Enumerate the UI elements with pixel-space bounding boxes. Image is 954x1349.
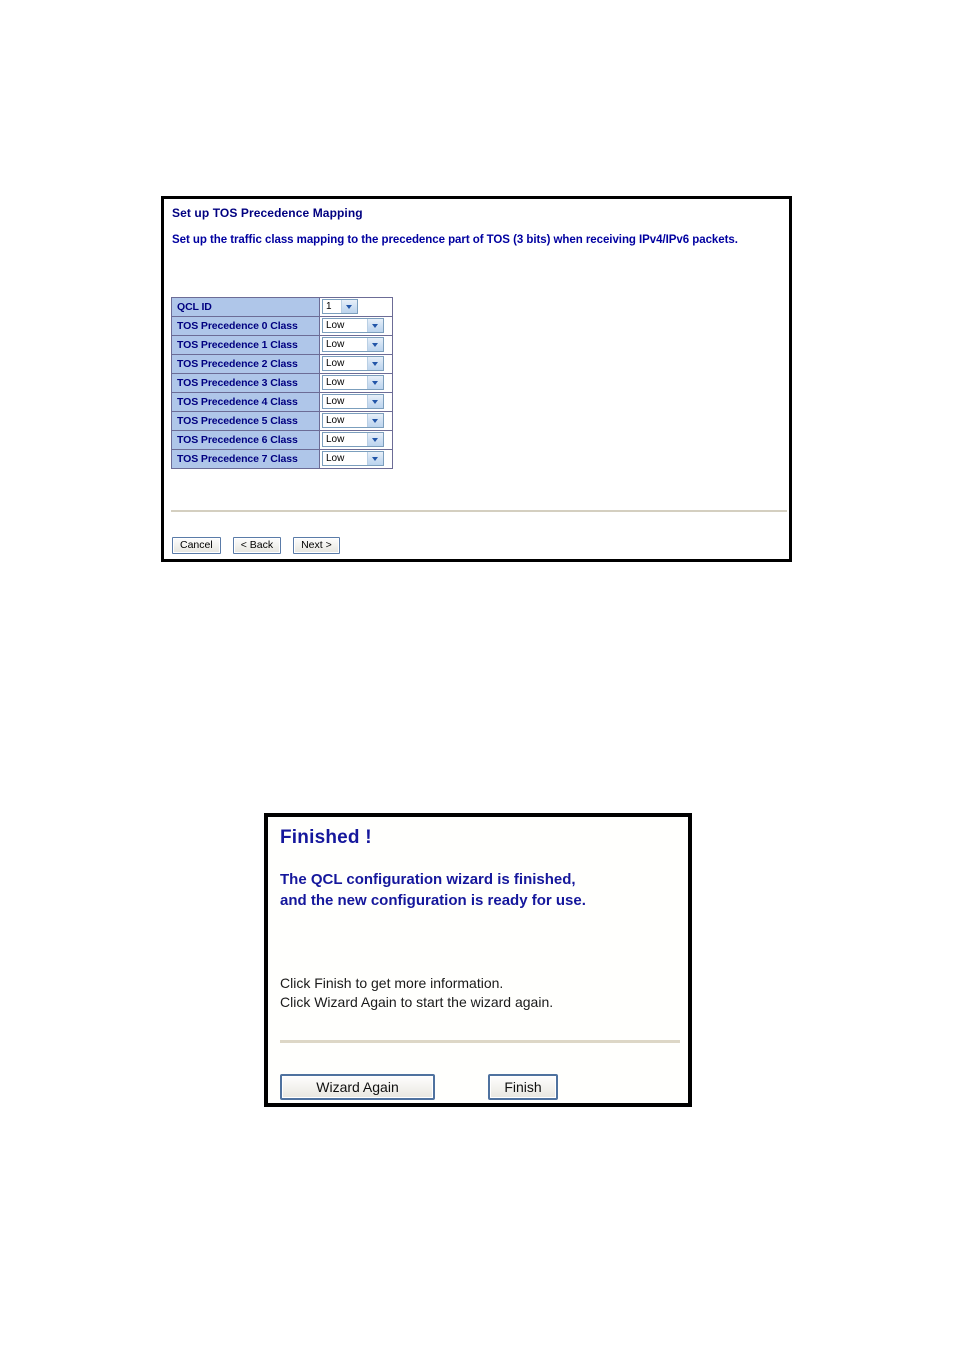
tos-precedence-5-class-value: Low	[326, 415, 345, 427]
row-value-tos-precedence-3: Low	[319, 373, 393, 393]
table-row: TOS Precedence 1 Class Low	[171, 335, 393, 355]
tos-precedence-4-class-value: Low	[326, 396, 345, 408]
tos-precedence-0-class-value: Low	[326, 320, 345, 332]
panel-content: Set up TOS Precedence Mapping Set up the…	[164, 199, 789, 559]
tos-precedence-mapping-panel: Set up TOS Precedence Mapping Set up the…	[161, 196, 792, 562]
tos-precedence-3-class-select[interactable]: Low	[322, 375, 384, 391]
tos-precedence-5-class-select[interactable]: Low	[322, 413, 384, 429]
row-value-tos-precedence-7: Low	[319, 449, 393, 469]
chevron-down-icon[interactable]	[367, 357, 383, 371]
back-button[interactable]: < Back	[232, 537, 282, 554]
panel-content: Finished ! The QCL configuration wizard …	[268, 817, 688, 1103]
row-label-qcl-id: QCL ID	[171, 297, 320, 317]
chevron-down-icon[interactable]	[367, 338, 383, 352]
finished-button-bar: Wizard Again Finish	[280, 1074, 558, 1100]
finished-instructions: Click Finish to get more information. Cl…	[280, 974, 553, 1012]
chevron-down-icon[interactable]	[341, 300, 357, 314]
table-body: QCL ID 1 TOS Precedence 0 Class Low TOS …	[171, 297, 393, 469]
cancel-button[interactable]: Cancel	[172, 537, 221, 554]
page-title: Set up TOS Precedence Mapping	[172, 206, 363, 220]
table-row: TOS Precedence 3 Class Low	[171, 373, 393, 393]
row-label-tos-precedence-7: TOS Precedence 7 Class	[171, 449, 320, 469]
row-value-qcl-id: 1	[319, 297, 393, 317]
row-label-tos-precedence-6: TOS Precedence 6 Class	[171, 430, 320, 450]
wizard-button-bar: Cancel < Back Next >	[172, 537, 340, 554]
table-row: TOS Precedence 5 Class Low	[171, 411, 393, 431]
tos-precedence-6-class-select[interactable]: Low	[322, 432, 384, 448]
wizard-finished-panel: Finished ! The QCL configuration wizard …	[264, 813, 692, 1107]
row-label-tos-precedence-5: TOS Precedence 5 Class	[171, 411, 320, 431]
chevron-down-icon[interactable]	[367, 395, 383, 409]
row-value-tos-precedence-1: Low	[319, 335, 393, 355]
next-button[interactable]: Next >	[293, 537, 340, 554]
tos-precedence-4-class-select[interactable]: Low	[322, 394, 384, 410]
instruction-line-1: Click Finish to get more information.	[280, 975, 504, 991]
table-row: TOS Precedence 7 Class Low	[171, 449, 393, 469]
wizard-again-button[interactable]: Wizard Again	[280, 1074, 435, 1100]
chevron-down-icon[interactable]	[367, 452, 383, 466]
row-label-tos-precedence-4: TOS Precedence 4 Class	[171, 392, 320, 412]
tos-precedence-1-class-value: Low	[326, 339, 345, 351]
finished-message: The QCL configuration wizard is finished…	[280, 869, 586, 911]
finish-button[interactable]: Finish	[488, 1074, 558, 1100]
tos-precedence-7-class-value: Low	[326, 453, 345, 465]
chevron-down-icon[interactable]	[367, 376, 383, 390]
qcl-id-select[interactable]: 1	[322, 299, 358, 315]
table-row: TOS Precedence 2 Class Low	[171, 354, 393, 374]
finished-message-line-2: and the new configuration is ready for u…	[280, 892, 586, 909]
row-label-tos-precedence-3: TOS Precedence 3 Class	[171, 373, 320, 393]
tos-precedence-3-class-value: Low	[326, 377, 345, 389]
tos-precedence-2-class-select[interactable]: Low	[322, 356, 384, 372]
tos-precedence-0-class-select[interactable]: Low	[322, 318, 384, 334]
page-description: Set up the traffic class mapping to the …	[172, 234, 738, 246]
row-value-tos-precedence-6: Low	[319, 430, 393, 450]
tos-precedence-table: QCL ID 1 TOS Precedence 0 Class Low TOS …	[171, 297, 393, 469]
table-row: QCL ID 1	[171, 297, 393, 317]
qcl-id-select-value: 1	[326, 301, 332, 313]
chevron-down-icon[interactable]	[367, 319, 383, 333]
table-row: TOS Precedence 6 Class Low	[171, 430, 393, 450]
row-label-tos-precedence-0: TOS Precedence 0 Class	[171, 316, 320, 336]
instruction-line-2: Click Wizard Again to start the wizard a…	[280, 994, 554, 1010]
tos-precedence-6-class-value: Low	[326, 434, 345, 446]
tos-precedence-7-class-select[interactable]: Low	[322, 451, 384, 467]
tos-precedence-1-class-select[interactable]: Low	[322, 337, 384, 353]
divider	[171, 510, 787, 512]
row-value-tos-precedence-5: Low	[319, 411, 393, 431]
divider	[280, 1040, 680, 1043]
chevron-down-icon[interactable]	[367, 433, 383, 447]
row-value-tos-precedence-4: Low	[319, 392, 393, 412]
row-value-tos-precedence-0: Low	[319, 316, 393, 336]
tos-precedence-2-class-value: Low	[326, 358, 345, 370]
finished-heading: Finished !	[280, 827, 372, 848]
finished-message-line-1: The QCL configuration wizard is finished…	[280, 871, 576, 888]
table-row: TOS Precedence 4 Class Low	[171, 392, 393, 412]
row-value-tos-precedence-2: Low	[319, 354, 393, 374]
table-row: TOS Precedence 0 Class Low	[171, 316, 393, 336]
row-label-tos-precedence-1: TOS Precedence 1 Class	[171, 335, 320, 355]
chevron-down-icon[interactable]	[367, 414, 383, 428]
row-label-tos-precedence-2: TOS Precedence 2 Class	[171, 354, 320, 374]
